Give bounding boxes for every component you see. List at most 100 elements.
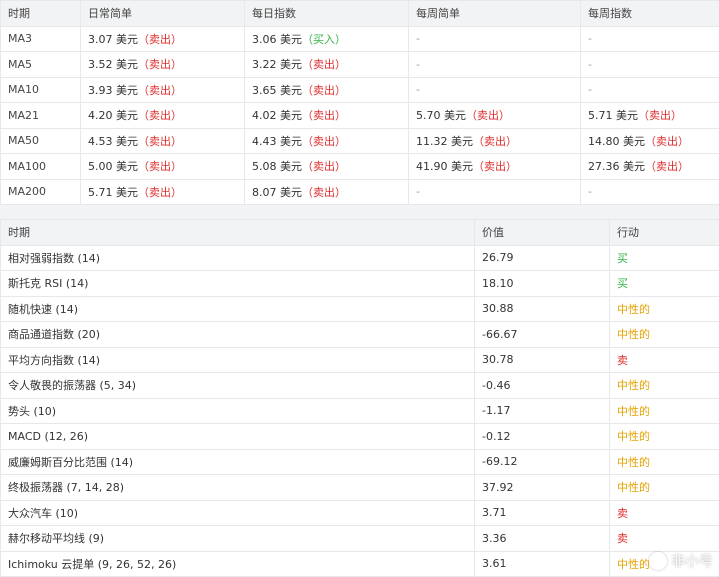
table-row: 令人敬畏的振荡器 (5, 34)-0.46中性的 <box>1 373 719 399</box>
ma-value-cell: - <box>581 77 719 103</box>
period-cell: MA21 <box>1 103 81 129</box>
currency-label: 美元 <box>616 109 638 122</box>
ma-value-cell: - <box>581 179 719 205</box>
indicator-value-cell: 3.36 <box>475 526 610 552</box>
ma-value: 4.20 <box>88 109 113 122</box>
ma-value: 3.22 <box>252 58 277 71</box>
ma-value-cell: 5.08 美元（卖出） <box>245 154 409 180</box>
action-label: （卖出） <box>302 109 346 122</box>
table-row: 势头 (10)-1.17中性的 <box>1 398 719 424</box>
table-row: 威廉姆斯百分比范围 (14)-69.12中性的 <box>1 449 719 475</box>
ma-value: 14.80 <box>588 135 620 148</box>
table-row: 赫尔移动平均线 (9)3.36卖 <box>1 526 719 552</box>
indicator-name-cell: 大众汽车 (10) <box>1 500 475 526</box>
indicator-value-cell: -0.46 <box>475 373 610 399</box>
ma-value: 4.53 <box>88 135 113 148</box>
currency-label: 美元 <box>451 160 473 173</box>
ma-value: 5.00 <box>88 160 113 173</box>
column-header: 行动 <box>610 220 719 246</box>
action-label: （卖出） <box>473 135 517 148</box>
table-row: 相对强弱指数 (14)26.79买 <box>1 245 719 271</box>
currency-label: 美元 <box>280 58 302 71</box>
empty-value: - <box>588 83 592 96</box>
indicator-name-cell: Ichimoku 云提单 (9, 26, 52, 26) <box>1 551 475 577</box>
ma-value-cell: - <box>581 26 719 52</box>
indicator-action-cell: 中性的 <box>610 424 719 450</box>
indicator-value-cell: 30.88 <box>475 296 610 322</box>
ma-value-cell: 11.32 美元（卖出） <box>409 128 581 154</box>
ma-value: 3.52 <box>88 58 113 71</box>
indicator-name-cell: 威廉姆斯百分比范围 (14) <box>1 449 475 475</box>
table-header-row: 时期 价值 行动 <box>1 220 719 246</box>
indicator-action-cell: 中性的 <box>610 475 719 501</box>
table-row: MA214.20 美元（卖出）4.02 美元（卖出）5.70 美元（卖出）5.7… <box>1 103 719 129</box>
column-header: 时期 <box>1 1 81 27</box>
action-label: （卖出） <box>466 109 510 122</box>
table-row: 斯托克 RSI (14)18.10买 <box>1 271 719 297</box>
ma-value-cell: 14.80 美元（卖出） <box>581 128 719 154</box>
currency-label: 美元 <box>444 109 466 122</box>
indicator-action-cell: 中性的 <box>610 373 719 399</box>
ma-value: 27.36 <box>588 160 620 173</box>
ma-value-cell: - <box>581 52 719 78</box>
currency-label: 美元 <box>116 84 138 97</box>
action-label: （卖出） <box>302 84 346 97</box>
currency-label: 美元 <box>116 135 138 148</box>
table-row: 终极振荡器 (7, 14, 28)37.92中性的 <box>1 475 719 501</box>
empty-value: - <box>416 185 420 198</box>
ma-value-cell: 5.00 美元（卖出） <box>81 154 245 180</box>
indicator-action-cell: 卖 <box>610 500 719 526</box>
feixiaohao-logo-icon <box>649 552 667 570</box>
indicator-name-cell: 平均方向指数 (14) <box>1 347 475 373</box>
ma-value: 41.90 <box>416 160 448 173</box>
period-cell: MA100 <box>1 154 81 180</box>
ma-value-cell: 4.43 美元（卖出） <box>245 128 409 154</box>
ma-value-cell: 3.06 美元（买入） <box>245 26 409 52</box>
ma-value-cell: 3.65 美元（卖出） <box>245 77 409 103</box>
period-cell: MA10 <box>1 77 81 103</box>
action-label: （卖出） <box>473 160 517 173</box>
empty-value: - <box>416 58 420 71</box>
table-row: MA53.52 美元（卖出）3.22 美元（卖出）-- <box>1 52 719 78</box>
currency-label: 美元 <box>280 33 302 46</box>
action-label: （卖出） <box>302 186 346 199</box>
action-label: （卖出） <box>645 160 689 173</box>
ma-value: 5.71 <box>588 109 613 122</box>
action-label: （卖出） <box>302 135 346 148</box>
ma-value-cell: 4.20 美元（卖出） <box>81 103 245 129</box>
section-spacer <box>0 205 719 219</box>
currency-label: 美元 <box>116 58 138 71</box>
action-label: （卖出） <box>645 135 689 148</box>
currency-label: 美元 <box>280 186 302 199</box>
currency-label: 美元 <box>623 160 645 173</box>
column-header: 每周简单 <box>409 1 581 27</box>
period-cell: MA3 <box>1 26 81 52</box>
ma-value: 11.32 <box>416 135 448 148</box>
column-header: 每日指数 <box>245 1 409 27</box>
ma-value-cell: 3.93 美元（卖出） <box>81 77 245 103</box>
indicator-value-cell: -69.12 <box>475 449 610 475</box>
period-cell: MA200 <box>1 179 81 205</box>
column-header: 时期 <box>1 220 475 246</box>
table-row: MA103.93 美元（卖出）3.65 美元（卖出）-- <box>1 77 719 103</box>
action-label: （卖出） <box>138 160 182 173</box>
empty-value: - <box>588 185 592 198</box>
indicator-name-cell: MACD (12, 26) <box>1 424 475 450</box>
ma-value-cell: 4.53 美元（卖出） <box>81 128 245 154</box>
indicator-value-cell: -1.17 <box>475 398 610 424</box>
currency-label: 美元 <box>116 186 138 199</box>
indicator-action-cell: 中性的 <box>610 322 719 348</box>
empty-value: - <box>416 83 420 96</box>
currency-label: 美元 <box>280 109 302 122</box>
indicator-name-cell: 势头 (10) <box>1 398 475 424</box>
indicator-value-cell: 3.71 <box>475 500 610 526</box>
empty-value: - <box>416 32 420 45</box>
currency-label: 美元 <box>451 135 473 148</box>
indicator-name-cell: 相对强弱指数 (14) <box>1 245 475 271</box>
table-row: MA504.53 美元（卖出）4.43 美元（卖出）11.32 美元（卖出）14… <box>1 128 719 154</box>
period-cell: MA5 <box>1 52 81 78</box>
indicator-action-cell: 卖 <box>610 347 719 373</box>
indicator-name-cell: 商品通道指数 (20) <box>1 322 475 348</box>
indicator-action-cell: 中性的 <box>610 398 719 424</box>
ma-value-cell: 5.71 美元（卖出） <box>81 179 245 205</box>
